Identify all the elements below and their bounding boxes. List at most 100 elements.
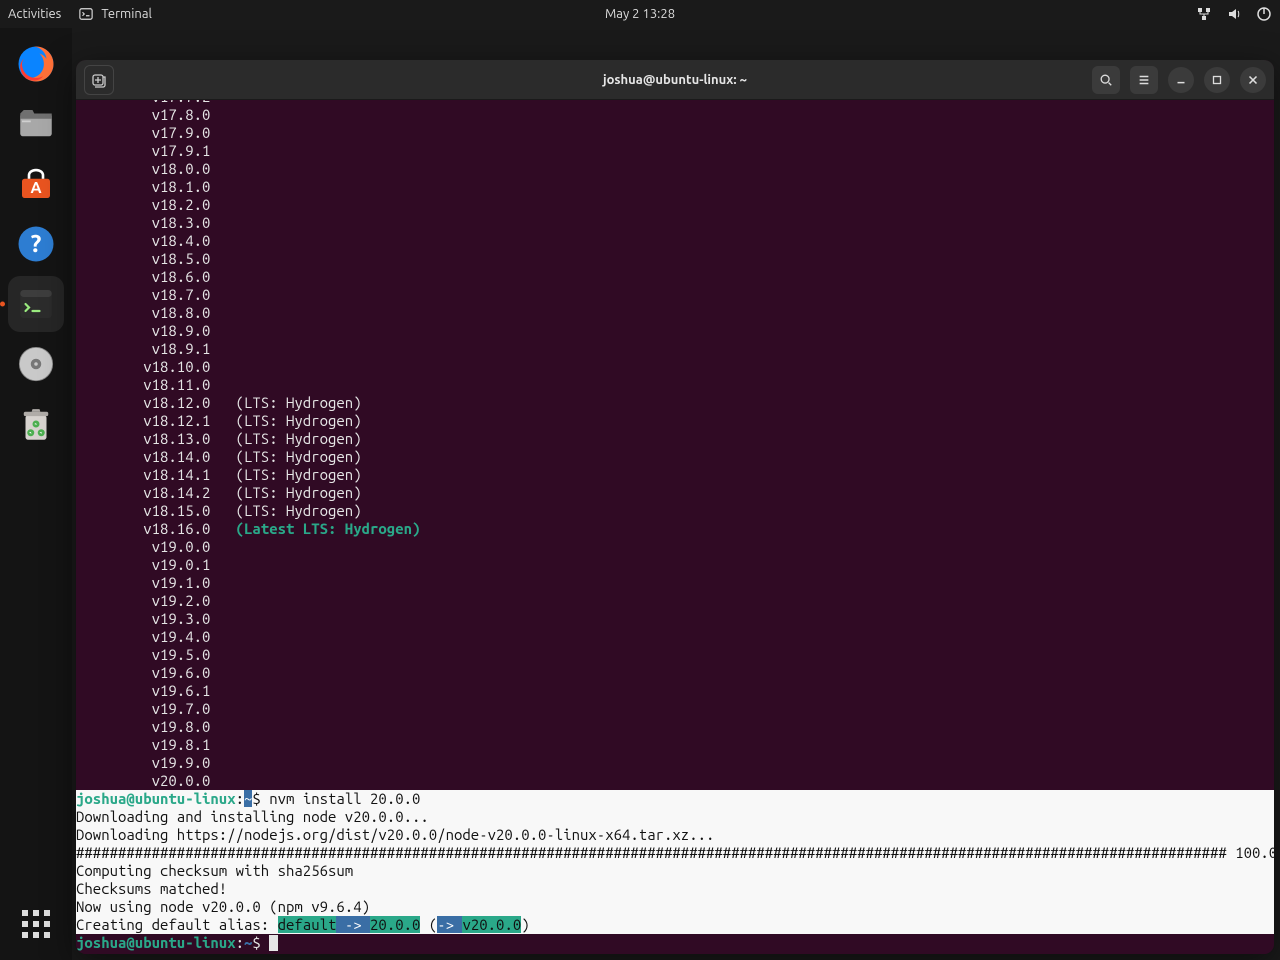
version-line: v20.0.0 [76,772,1274,790]
hamburger-menu-button[interactable] [1130,66,1158,94]
version-line: v19.9.0 [76,754,1274,772]
progress-line: ########################################… [76,844,1274,862]
version-line: v19.7.0 [76,700,1274,718]
version-line: v19.4.0 [76,628,1274,646]
output-line: Downloading https://nodejs.org/dist/v20.… [76,826,1274,844]
app-indicator[interactable]: Terminal [79,7,152,21]
prompt-user: joshua@ubuntu-linux [76,790,236,807]
prompt-line: joshua@ubuntu-linux:~$ [76,934,1274,952]
version-line: v17.9.0 [76,124,1274,142]
install-output-block: joshua@ubuntu-linux:~$ nvm install 20.0.… [76,790,1274,934]
version-line: v18.9.1 [76,340,1274,358]
terminal-window: joshua@ubuntu-linux: ~ [76,60,1274,954]
version-line: v18.7.0 [76,286,1274,304]
version-line: v17.8.0 [76,106,1274,124]
ubuntu-dock: A ? [0,28,72,960]
version-line: v18.12.1 (LTS: Hydrogen) [76,412,1274,430]
dock-terminal[interactable] [8,276,64,332]
version-line: v19.0.1 [76,556,1274,574]
disk-icon [15,343,57,385]
gnome-top-bar: Activities Terminal May 2 13:28 [0,0,1280,28]
alias-default: default [278,916,337,933]
version-line: v19.8.0 [76,718,1274,736]
version-line: v19.6.1 [76,682,1274,700]
help-icon: ? [15,223,57,265]
version-line: v18.14.0 (LTS: Hydrogen) [76,448,1274,466]
version-line: v18.9.0 [76,322,1274,340]
hamburger-icon [1137,73,1151,87]
network-icon [1196,6,1212,22]
output-line: Checksums matched! [76,880,1274,898]
activities-button[interactable]: Activities [8,7,61,21]
version-line: v18.2.0 [76,196,1274,214]
system-status-area[interactable] [1196,6,1272,22]
alias-line: Creating default alias: default -> 20.0.… [76,916,1274,934]
version-line: v18.10.0 [76,358,1274,376]
terminal-viewport[interactable]: v17.7.1 v17.7.2 v17.8.0 v17.9.0 v17.9.1 … [76,100,1274,954]
minimize-icon [1174,73,1188,87]
version-line: v18.8.0 [76,304,1274,322]
version-line: v18.12.0 (LTS: Hydrogen) [76,394,1274,412]
dock-firefox[interactable] [8,36,64,92]
close-button[interactable] [1240,67,1266,93]
version-line: v19.0.0 [76,538,1274,556]
command-line: joshua@ubuntu-linux:~$ nvm install 20.0.… [76,790,1274,808]
alias-version: 20.0.0 [370,916,420,933]
version-line: v18.14.1 (LTS: Hydrogen) [76,466,1274,484]
terminal-icon [79,7,93,21]
version-line: v18.15.0 (LTS: Hydrogen) [76,502,1274,520]
version-line: v19.5.0 [76,646,1274,664]
window-title: joshua@ubuntu-linux: ~ [603,73,747,87]
version-line: v17.9.1 [76,142,1274,160]
maximize-button[interactable] [1204,67,1230,93]
trash-icon [15,403,57,445]
window-titlebar: joshua@ubuntu-linux: ~ [76,60,1274,100]
dock-help[interactable]: ? [8,216,64,272]
maximize-icon [1210,73,1224,87]
version-line: v19.2.0 [76,592,1274,610]
prompt-user: joshua@ubuntu-linux [76,934,236,951]
firefox-icon [15,43,57,85]
version-line: v18.3.0 [76,214,1274,232]
output-line: Computing checksum with sha256sum [76,862,1274,880]
version-line: v18.13.0 (LTS: Hydrogen) [76,430,1274,448]
app-name-label: Terminal [101,7,152,21]
dock-disk[interactable] [8,336,64,392]
dock-software[interactable]: A [8,156,64,212]
version-line: v18.11.0 [76,376,1274,394]
cursor [269,935,278,951]
command-text: nvm install 20.0.0 [269,790,420,807]
close-icon [1246,73,1260,87]
apps-grid-icon [22,910,50,938]
search-button[interactable] [1092,66,1120,94]
terminal-app-icon [15,283,57,325]
svg-text:?: ? [31,229,42,257]
version-line: v18.6.0 [76,268,1274,286]
volume-icon [1226,6,1242,22]
software-center-icon: A [15,163,57,205]
version-line: v18.4.0 [76,232,1274,250]
version-line: v18.0.0 [76,160,1274,178]
minimize-button[interactable] [1168,67,1194,93]
version-line: v18.16.0 (Latest LTS: Hydrogen) [76,520,1274,538]
power-icon [1256,6,1272,22]
show-applications-button[interactable] [8,896,64,952]
dock-files[interactable] [8,96,64,152]
output-line: Downloading and installing node v20.0.0.… [76,808,1274,826]
files-icon [15,103,57,145]
new-tab-icon [91,72,107,88]
output-line: Now using node v20.0.0 (npm v9.6.4) [76,898,1274,916]
dock-trash[interactable] [8,396,64,452]
version-line: v18.1.0 [76,178,1274,196]
version-line: v19.1.0 [76,574,1274,592]
version-line: v18.5.0 [76,250,1274,268]
version-line: v19.6.0 [76,664,1274,682]
alias-resolved-version: v20.0.0 [462,916,521,933]
search-icon [1099,73,1113,87]
clock[interactable]: May 2 13:28 [605,7,675,21]
svg-text:A: A [30,178,41,196]
version-line: v18.14.2 (LTS: Hydrogen) [76,484,1274,502]
version-line: v19.3.0 [76,610,1274,628]
version-line: v19.8.1 [76,736,1274,754]
new-tab-button[interactable] [84,65,114,95]
